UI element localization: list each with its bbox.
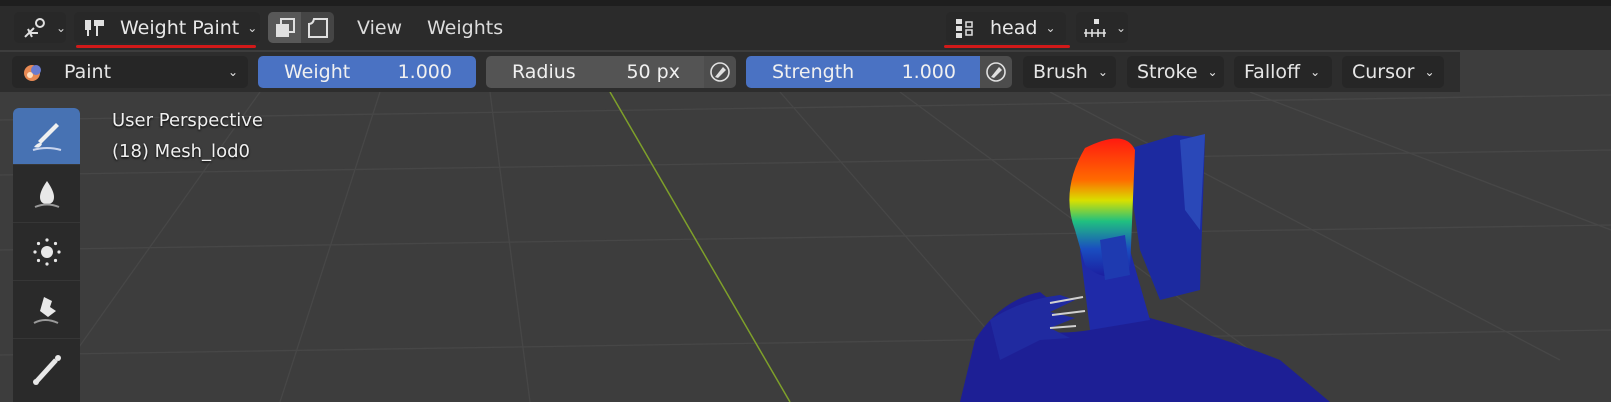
brush-menu-label: Brush	[1033, 61, 1088, 83]
pen-pressure-icon	[986, 62, 1006, 82]
pen-pressure-icon	[710, 62, 730, 82]
face-select-icon	[275, 17, 295, 37]
blur-drop-icon	[34, 181, 59, 208]
vertex-group-icon	[956, 18, 973, 38]
strength-slider[interactable]: Strength 1.000	[746, 56, 980, 88]
chevron-down-icon: ⌄	[1310, 65, 1321, 79]
vertex-mask-button[interactable]	[301, 12, 334, 43]
weight-paint-mode-icon	[85, 19, 104, 36]
header-top-border	[0, 0, 1611, 6]
weight-label: Weight	[284, 61, 351, 83]
vertex-group-label: head	[990, 16, 1038, 39]
chevron-down-icon: ⌄	[1116, 20, 1127, 35]
cursor-menu[interactable]: Cursor ⌄	[1342, 56, 1444, 88]
gradient-icon	[32, 354, 61, 385]
radius-slider[interactable]: Radius 50 px	[486, 56, 704, 88]
weight-paint-editor-icon	[24, 17, 45, 38]
strength-value: 1.000	[901, 61, 956, 83]
menu-weights[interactable]: Weights	[427, 17, 503, 39]
vertex-group-underline	[944, 45, 1070, 48]
chevron-down-icon: ⌄	[1097, 65, 1108, 79]
mode-underline	[76, 45, 256, 48]
radius-label: Radius	[512, 61, 576, 83]
mode-label: Weight Paint	[120, 16, 240, 39]
brush-selector[interactable]: Paint ⌄	[12, 56, 248, 88]
editor-type-button[interactable]: ⌄	[14, 12, 66, 43]
tool-draw[interactable]	[13, 108, 80, 165]
chevron-down-icon: ⌄	[227, 65, 238, 79]
chevron-down-icon: ⌄	[1207, 65, 1218, 79]
menu-view[interactable]: View	[357, 17, 402, 39]
radius-value: 50 px	[626, 61, 680, 83]
brush-menu[interactable]: Brush ⌄	[1023, 56, 1116, 88]
brush-name: Paint	[64, 61, 112, 83]
stroke-menu[interactable]: Stroke ⌄	[1127, 56, 1224, 88]
stroke-menu-label: Stroke	[1137, 61, 1198, 83]
face-mask-button[interactable]	[268, 12, 301, 43]
radius-pressure-button[interactable]	[704, 56, 736, 88]
chevron-down-icon: ⌄	[1424, 65, 1435, 79]
mode-selector[interactable]: Weight Paint ⌄	[74, 12, 260, 43]
vertex-group-selector[interactable]: head ⌄	[946, 12, 1066, 43]
strength-label: Strength	[772, 61, 855, 83]
cursor-menu-label: Cursor	[1352, 61, 1415, 83]
chevron-down-icon: ⌄	[247, 20, 258, 35]
brush-preview-icon	[24, 65, 41, 81]
falloff-menu-label: Falloff	[1244, 61, 1301, 83]
symmetry-icon	[1084, 18, 1106, 37]
falloff-menu[interactable]: Falloff ⌄	[1234, 56, 1332, 88]
tool-smear[interactable]	[13, 282, 80, 339]
symmetry-options-button[interactable]: ⌄	[1076, 12, 1128, 43]
average-icon	[32, 238, 61, 266]
weight-value: 1.000	[397, 61, 452, 83]
draw-brush-icon	[32, 123, 61, 151]
object-info: (18) Mesh_lod0	[112, 141, 250, 162]
vertex-select-icon	[307, 17, 328, 38]
tool-blur[interactable]	[13, 166, 80, 223]
strength-pressure-button[interactable]	[980, 56, 1012, 88]
viewport-header: ⌄ Weight Paint ⌄ View Weights head ⌄ ⌄	[0, 0, 1611, 50]
tool-gradient[interactable]	[13, 340, 80, 397]
chevron-down-icon: ⌄	[1045, 20, 1056, 35]
weight-slider[interactable]: Weight 1.000	[258, 56, 476, 88]
mask-toggle-group[interactable]	[268, 12, 334, 43]
chevron-down-icon: ⌄	[55, 20, 66, 35]
view-name: User Perspective	[112, 110, 263, 131]
smear-icon	[33, 297, 58, 324]
tool-average[interactable]	[13, 224, 80, 281]
